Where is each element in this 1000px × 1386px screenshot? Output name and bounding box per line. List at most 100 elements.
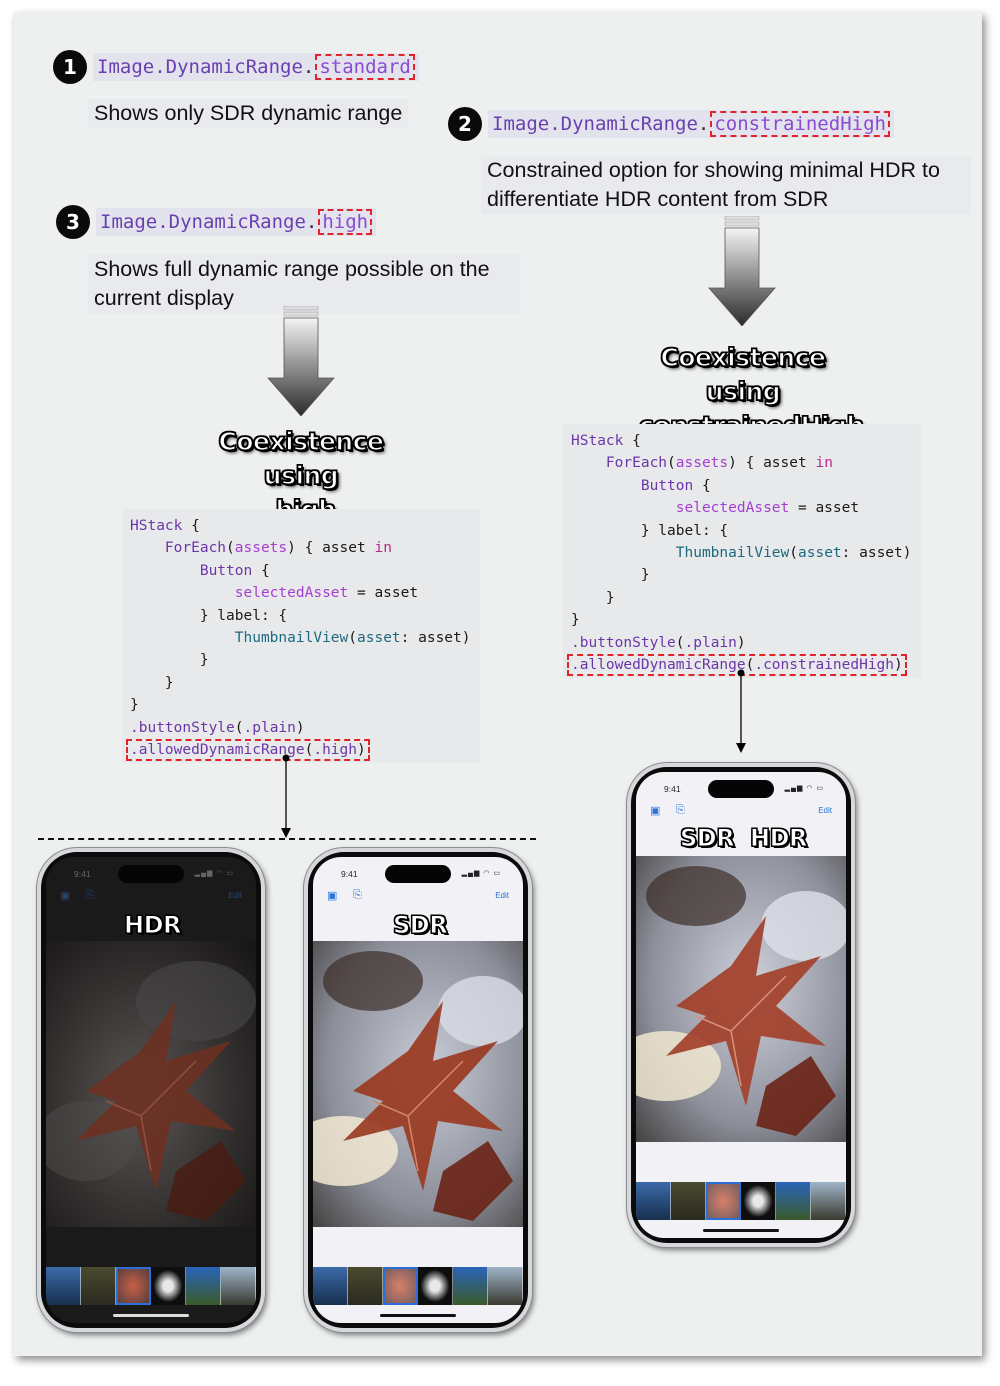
option-value-2: constrainedHigh — [710, 111, 890, 137]
dynamic-island — [708, 780, 774, 798]
code-button: Button — [640, 477, 694, 494]
phone-sdr: 9:41 ▂▄▆ ◠ ▭ ▣ ⎘ Edit SDR — [304, 848, 532, 1332]
code-thumbnail: ThumbnailView — [234, 629, 349, 646]
code-brace: { — [252, 562, 270, 579]
thumbnail[interactable] — [186, 1267, 221, 1305]
code-close: } — [571, 612, 580, 629]
thumbnail[interactable] — [741, 1182, 776, 1220]
thumbnail[interactable] — [671, 1182, 706, 1220]
desc-line: differentiate HDR content from SDR — [487, 187, 829, 211]
code-brace: { — [182, 518, 200, 534]
status-time: 9:41 — [664, 784, 681, 794]
document-icon[interactable]: ⎘ — [86, 889, 95, 902]
code-label: } label: { — [640, 522, 729, 539]
code-dot: . — [302, 56, 315, 78]
thumbnail[interactable] — [81, 1267, 116, 1305]
photo-icon[interactable]: ▣ — [327, 889, 337, 902]
leaf-photo — [46, 941, 256, 1227]
connector-arrow-right — [736, 669, 746, 753]
document-icon[interactable]: ⎘ — [676, 804, 685, 817]
desc-line: Shows full dynamic range possible on the — [94, 257, 490, 281]
hdr-label: HDR — [750, 824, 809, 853]
photo-icon[interactable]: ▣ — [60, 889, 70, 902]
thumbnail-selected[interactable] — [116, 1267, 151, 1305]
code-assets: assets — [675, 455, 729, 472]
code-selected: selectedAsset — [234, 585, 349, 602]
edit-button[interactable]: Edit — [228, 891, 242, 900]
code-asset-label: asset — [798, 544, 842, 561]
desc-line: Constrained option for showing minimal H… — [487, 158, 940, 182]
thumbnail[interactable] — [488, 1267, 523, 1305]
code-foreach: ForEach — [164, 540, 227, 557]
home-indicator — [113, 1314, 189, 1317]
code-foreach: ForEach — [605, 455, 668, 472]
thumbnail-selected[interactable] — [706, 1182, 741, 1220]
thumbnail[interactable] — [453, 1267, 488, 1305]
code-block-high: HStack { ForEach(assets) { asset in Butt… — [122, 509, 480, 763]
code-closure: ) { asset — [728, 455, 816, 472]
main-photo — [46, 941, 256, 1227]
option-code-2: Image.DynamicRange. constrainedHigh — [488, 110, 894, 138]
thumbnail-selected[interactable] — [383, 1267, 418, 1305]
status-time: 9:41 — [341, 869, 358, 879]
option-code-3: Image.DynamicRange. high — [96, 208, 377, 236]
phone-screen: 9:41 ▂▄▆ ◠ ▭ ▣ ⎘ Edit SDR HDR — [636, 772, 846, 1238]
code-hstack: HStack — [571, 433, 624, 449]
thumbnail[interactable] — [776, 1182, 811, 1220]
thumbnail[interactable] — [348, 1267, 383, 1305]
home-indicator — [703, 1229, 779, 1232]
code-brace: { — [693, 477, 711, 494]
title-line: Coexistence using — [218, 426, 385, 491]
code-brace: { — [623, 433, 641, 449]
photo-icon[interactable]: ▣ — [650, 804, 660, 817]
option-description-2: Constrained option for showing minimal H… — [481, 156, 971, 214]
thumbnail[interactable] — [46, 1267, 81, 1305]
code-in: in — [374, 540, 392, 557]
code-label: } label: { — [199, 607, 288, 624]
dashed-separator — [38, 838, 536, 840]
code-type: Image.DynamicRange — [492, 113, 698, 135]
thumbnail[interactable] — [313, 1267, 348, 1305]
code-allowed-value: .high — [313, 741, 357, 758]
option-badge-2: 2 — [448, 107, 482, 141]
code-close: } — [640, 567, 650, 584]
thumbnail[interactable] — [151, 1267, 186, 1305]
code-button-style: .buttonStyle — [130, 719, 235, 736]
sdr-label: SDR — [679, 824, 735, 853]
thumbnail-strip — [636, 1182, 846, 1220]
phone-hdr: 9:41 ▂▄▆ ◠ ▭ ▣ ⎘ Edit HDR — [37, 848, 265, 1332]
dynamic-island — [118, 865, 184, 883]
option-description-3: Shows full dynamic range possible on the… — [88, 255, 520, 313]
thumbnail[interactable] — [221, 1267, 256, 1305]
edit-button[interactable]: Edit — [818, 806, 832, 815]
code-selected: selectedAsset — [675, 500, 790, 517]
code-type: Image.DynamicRange — [97, 56, 303, 78]
code-assign: = asset — [789, 500, 860, 517]
option-1: 1 Image.DynamicRange. standard — [53, 50, 419, 84]
phone-screen: 9:41 ▂▄▆ ◠ ▭ ▣ ⎘ Edit SDR — [313, 857, 523, 1323]
code-closure: ) { asset — [287, 540, 375, 557]
code-close: } — [199, 652, 209, 669]
thumbnail-strip — [46, 1267, 256, 1305]
signal-icon: ▂▄▆ ◠ ▭ — [461, 870, 501, 877]
document-icon[interactable]: ⎘ — [353, 889, 362, 902]
thumbnail[interactable] — [418, 1267, 453, 1305]
code-hstack: HStack — [130, 518, 183, 534]
sdr-label: SDR — [392, 911, 448, 940]
option-2: 2 Image.DynamicRange. constrainedHigh — [448, 107, 894, 141]
code-assets: assets — [234, 540, 288, 557]
option-value-3: high — [318, 209, 373, 235]
thumbnail[interactable] — [636, 1182, 671, 1220]
status-time: 9:41 — [74, 869, 91, 879]
code-dot: . — [697, 113, 710, 135]
edit-button[interactable]: Edit — [495, 891, 509, 900]
thumbnail-strip — [313, 1267, 523, 1305]
leaf-photo — [636, 856, 846, 1142]
home-indicator — [380, 1314, 456, 1317]
code-asset-arg: : asset) — [841, 544, 912, 561]
code-button: Button — [199, 562, 253, 579]
signal-icon: ▂▄▆ ◠ ▭ — [784, 785, 824, 792]
code-dot: . — [305, 211, 318, 233]
code-plain: .plain — [243, 719, 296, 736]
thumbnail[interactable] — [811, 1182, 846, 1220]
